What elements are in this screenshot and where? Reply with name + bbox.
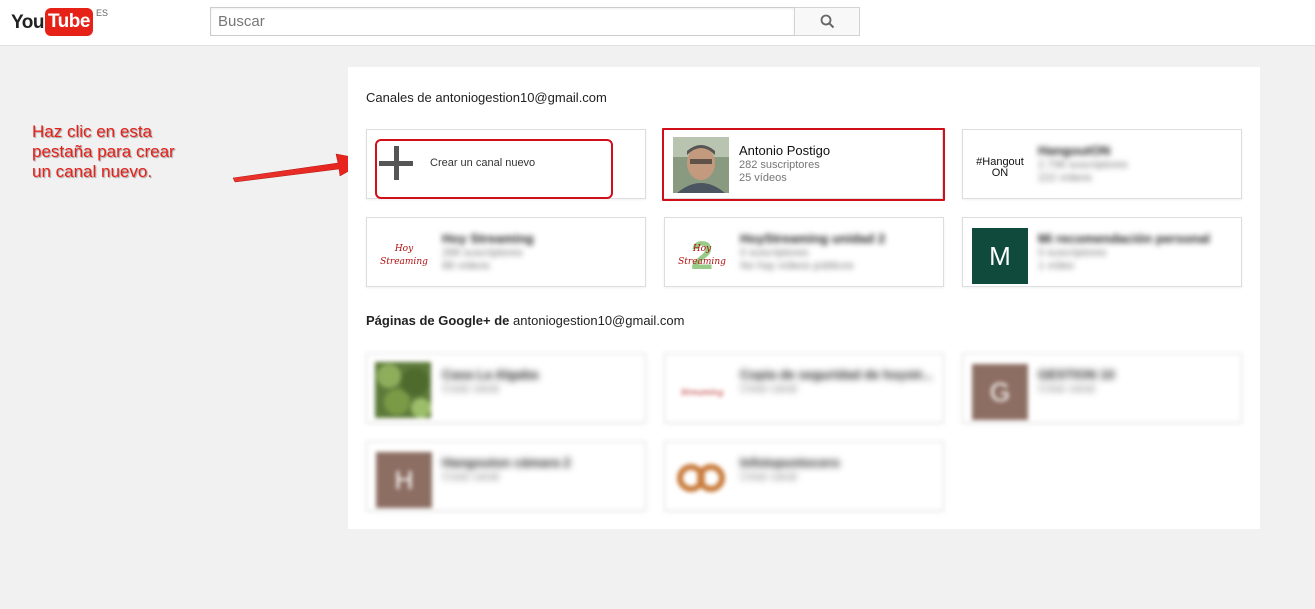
search-button[interactable] xyxy=(794,7,860,36)
channel-videos: 222 vídeos xyxy=(1038,172,1092,184)
infinity-logo-icon xyxy=(677,464,725,492)
create-channel-link[interactable]: Crear canal xyxy=(1038,383,1095,395)
avatar: M xyxy=(972,228,1028,284)
logo-country-code: ES xyxy=(95,8,108,18)
channel-card-antonio-postigo[interactable]: Antonio Postigo 282 suscriptores 25 víde… xyxy=(663,129,943,199)
page-card-copia-seguridad[interactable]: Streaming Copia de seguridad de hoystr..… xyxy=(664,353,944,423)
create-channel-link[interactable]: Crear canal xyxy=(442,383,499,395)
channel-name: HoyStreaming unidad 2 xyxy=(740,231,886,246)
youtube-logo[interactable]: You Tube ES xyxy=(11,8,108,38)
page-card-casa-la-algaba[interactable]: Casa La Algaba Crear canal xyxy=(366,353,646,423)
masthead: You Tube ES xyxy=(0,0,1315,46)
avatar xyxy=(673,137,729,193)
create-channel-link[interactable]: Crear canal xyxy=(442,471,499,483)
channel-videos: 25 vídeos xyxy=(739,172,787,184)
avatar: H xyxy=(376,452,432,508)
avatar-letter: H xyxy=(394,464,414,495)
create-channel-label: Crear un canal nuevo xyxy=(430,157,536,169)
channel-card-hangouton[interactable]: #Hangout ON HangoutON 2.798 suscriptores… xyxy=(962,129,1242,199)
channel-name: Antonio Postigo xyxy=(739,143,831,158)
channel-subscribers: 0 suscriptores xyxy=(1038,247,1107,259)
page-name: Infotopuntocero xyxy=(740,455,840,470)
hangouton-thumb: #Hangout ON xyxy=(972,140,1028,196)
page-thumb-text: Streaming xyxy=(680,387,724,397)
channels-title-prefix: Canales de xyxy=(366,90,432,105)
page-name: Copia de seguridad de hoystr... xyxy=(740,367,933,382)
channel-subscribers: 2.798 suscriptores xyxy=(1038,159,1128,171)
plus-icon xyxy=(379,146,413,180)
page-card-gestion-10[interactable]: G GESTION 10 Crear canal xyxy=(962,353,1242,423)
page-thumb: Streaming xyxy=(674,364,730,420)
annotation-line-2: pestaña para crear xyxy=(32,142,175,161)
logo-you-text: You xyxy=(11,12,44,33)
channel-videos: 1 vídeo xyxy=(1038,260,1075,272)
channels-section-title: Canales de antoniogestion10@gmail.com xyxy=(366,90,607,105)
annotation-line-1: Haz clic en esta xyxy=(32,122,152,141)
channel-videos: No hay vídeos públicos xyxy=(740,260,854,272)
annotation-line-3: un canal nuevo. xyxy=(32,162,153,181)
channel-subscribers: 0 suscriptores xyxy=(740,247,809,259)
search-icon xyxy=(820,14,834,29)
pages-section-title: Páginas de Google+ de antoniogestion10@g… xyxy=(366,313,685,328)
channel-card-hoy-streaming[interactable]: Hoy Streaming Hoy Streaming 286 suscript… xyxy=(366,217,646,287)
hoy-streaming-logo: Hoy Streaming xyxy=(376,228,432,284)
pages-title-prefix: Páginas de Google+ de xyxy=(366,313,510,328)
page-card-infotopuntocero[interactable]: Infotopuntocero Crear canal xyxy=(664,441,944,511)
channel-name: Mi recomendación personal xyxy=(1038,231,1210,246)
page-name: Hangouton cámara 2 xyxy=(442,455,571,470)
channel-switcher-panel: Canales de antoniogestion10@gmail.com Cr… xyxy=(348,67,1260,529)
instruction-annotation: Haz clic en esta pestaña para crear un c… xyxy=(32,122,175,182)
hangouton-thumb-text: #Hangout ON xyxy=(976,156,1024,179)
hoy-streaming-2-logo-text: Hoy Streaming xyxy=(678,244,726,267)
avatar-letter: G xyxy=(989,376,1011,407)
create-channel-link[interactable]: Crear canal xyxy=(740,471,797,483)
hoy-streaming-2-logo: 2 Hoy Streaming xyxy=(674,228,730,284)
search-bar xyxy=(210,7,860,36)
page-card-hangouton-camara-2[interactable]: H Hangouton cámara 2 Crear canal xyxy=(366,441,646,511)
page-thumb xyxy=(375,362,431,418)
pages-title-email: antoniogestion10@gmail.com xyxy=(513,313,685,328)
create-channel-link[interactable]: Crear canal xyxy=(740,383,797,395)
channel-subscribers: 282 suscriptores xyxy=(739,159,820,171)
channel-card-mi-recomendacion[interactable]: M Mi recomendación personal 0 suscriptor… xyxy=(962,217,1242,287)
channel-card-hoystreaming-unidad-2[interactable]: 2 Hoy Streaming HoyStreaming unidad 2 0 … xyxy=(664,217,944,287)
create-channel-card[interactable]: Crear un canal nuevo xyxy=(366,129,646,199)
avatar-letter: M xyxy=(989,240,1011,271)
channel-name: Hoy Streaming xyxy=(442,231,534,246)
page-name: GESTION 10 xyxy=(1038,367,1115,382)
page-name: Casa La Algaba xyxy=(442,367,539,382)
channels-title-email: antoniogestion10@gmail.com xyxy=(435,90,607,105)
channel-subscribers: 286 suscriptores xyxy=(442,247,523,259)
search-input[interactable] xyxy=(210,7,794,36)
avatar: G xyxy=(972,364,1028,420)
channel-name: HangoutON xyxy=(1038,143,1111,158)
logo-tube-text: Tube xyxy=(44,8,93,36)
channel-videos: 88 vídeos xyxy=(442,260,490,272)
hoy-streaming-logo-text: Hoy Streaming xyxy=(380,244,428,267)
